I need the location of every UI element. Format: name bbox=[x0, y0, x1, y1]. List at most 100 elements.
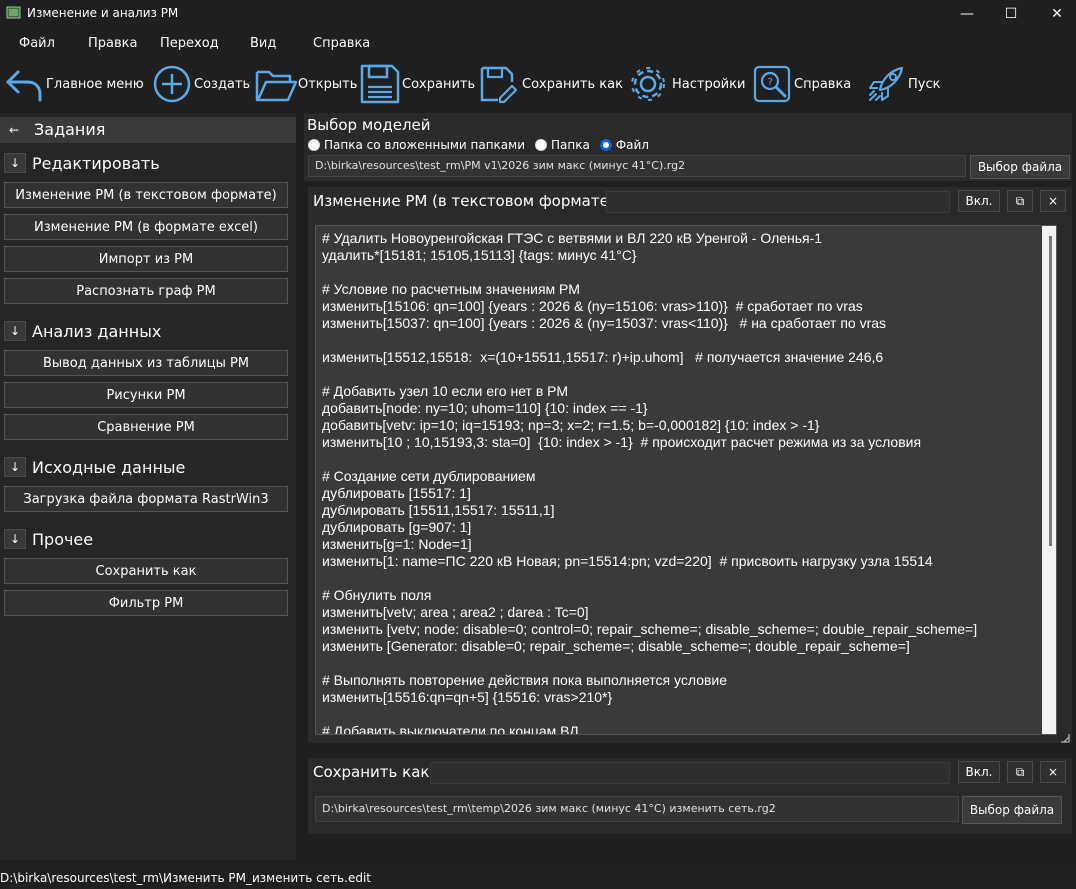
run-label: Пуск bbox=[908, 76, 941, 92]
radio-folder[interactable] bbox=[535, 139, 547, 151]
settings-button[interactable]: Настройки bbox=[628, 58, 745, 110]
status-path: D:\birka\resources\test_rm\Изменить РМ_и… bbox=[0, 871, 371, 885]
expand-other-button[interactable]: ↓ bbox=[4, 529, 26, 549]
save-as-close-button[interactable]: × bbox=[1040, 761, 1066, 783]
task-table-output-button[interactable]: Вывод данных из таблицы РМ bbox=[4, 350, 288, 376]
text-edit-close-button[interactable]: × bbox=[1040, 190, 1066, 212]
menu-help[interactable]: Справка bbox=[313, 36, 370, 51]
task-pictures-button[interactable]: Рисунки РМ bbox=[4, 382, 288, 408]
radio-nested-folders[interactable] bbox=[308, 139, 320, 151]
plus-circle-icon bbox=[153, 65, 191, 103]
model-select-panel: Выбор моделей Папка со вложенными папкам… bbox=[304, 113, 1072, 181]
section-source-title: Исходные данные bbox=[32, 458, 186, 477]
close-window-button[interactable]: ✕ bbox=[1034, 0, 1076, 28]
help-label: Справка bbox=[794, 76, 852, 92]
window-title: Изменение и анализ РМ bbox=[27, 6, 179, 20]
text-edit-toggle-button[interactable]: Вкл. bbox=[958, 190, 1000, 212]
text-editor[interactable]: # Удалить Новоуренгойская ГТЭС с ветвями… bbox=[315, 225, 1057, 735]
editor-line: изменить[g=1: Node=1] bbox=[322, 536, 472, 552]
task-import-button[interactable]: Импорт из РМ bbox=[4, 246, 288, 272]
editor-line: изменить [vetv; node: disable=0; control… bbox=[322, 621, 978, 637]
sidebar-header: ← Задания bbox=[0, 117, 296, 143]
model-path-field[interactable]: D:\birka\resources\test_rm\РМ v1\2026 зи… bbox=[308, 155, 966, 177]
open-button[interactable]: Открыть bbox=[254, 58, 357, 110]
task-edit-excel-button[interactable]: Изменение РМ (в формате excel) bbox=[4, 214, 288, 240]
task-recognize-graph-button[interactable]: Распознать граф РМ bbox=[4, 278, 288, 304]
task-load-rastrwin-button[interactable]: Загрузка файла формата RastrWin3 bbox=[4, 486, 288, 512]
help-button[interactable]: ? Справка bbox=[752, 58, 851, 110]
model-browse-button[interactable]: Выбор файла bbox=[970, 155, 1070, 179]
editor-line: # Добавить выключатели по концам ВЛ bbox=[322, 723, 579, 735]
expand-analysis-button[interactable]: ↓ bbox=[4, 321, 26, 341]
text-edit-header-field bbox=[606, 191, 950, 213]
save-browse-button[interactable]: Выбор файла bbox=[962, 796, 1062, 824]
editor-line: дублировать [15517: 1] bbox=[322, 485, 471, 501]
radio-nested-folders-label: Папка со вложенными папками bbox=[324, 138, 525, 152]
editor-line: изменить [Generator: disable=0; repair_s… bbox=[322, 638, 910, 654]
gear-icon bbox=[631, 67, 665, 101]
editor-line: # Добавить узел 10 если его нет в РМ bbox=[322, 383, 568, 399]
task-save-as-button[interactable]: Сохранить как bbox=[4, 558, 288, 584]
save-path-field[interactable]: D:\birka\resources\test_rm\temp\2026 зим… bbox=[315, 796, 959, 822]
menu-navigate[interactable]: Переход bbox=[160, 36, 219, 51]
menu-edit[interactable]: Правка bbox=[88, 36, 137, 51]
menu-bar: Файл Правка Переход Вид Справка bbox=[0, 33, 1076, 55]
rocket-icon bbox=[869, 66, 904, 101]
sidebar-title: Задания bbox=[34, 120, 106, 139]
sidebar-back-button[interactable]: ← bbox=[3, 120, 25, 140]
editor-scrollbar[interactable] bbox=[1042, 226, 1056, 734]
save-as-button[interactable]: Сохранить как bbox=[478, 58, 623, 110]
editor-line: изменить[15516:qn=qn+5] {15516: vras>210… bbox=[322, 689, 613, 705]
editor-line: # Создание сети дублированием bbox=[322, 468, 536, 484]
floppy-disk-icon bbox=[360, 64, 400, 104]
task-compare-button[interactable]: Сравнение РМ bbox=[4, 414, 288, 440]
menu-file[interactable]: Файл bbox=[19, 36, 55, 51]
save-button[interactable]: Сохранить bbox=[358, 58, 475, 110]
radio-file-label: Файл bbox=[615, 138, 649, 152]
sidebar: ← Задания ↓ Редактировать Изменение РМ (… bbox=[0, 113, 296, 860]
save-as-copy-button[interactable]: ⧉ bbox=[1007, 761, 1033, 783]
run-button[interactable]: Пуск bbox=[866, 58, 940, 110]
folder-open-icon bbox=[255, 70, 298, 102]
save-as-label: Сохранить как bbox=[522, 76, 623, 92]
maximize-button[interactable]: ☐ bbox=[988, 0, 1034, 28]
radio-folder-label: Папка bbox=[551, 138, 590, 152]
toolbar: Главное меню Создать Открыть Сохранить С… bbox=[0, 58, 1076, 110]
task-filter-button[interactable]: Фильтр РМ bbox=[4, 590, 288, 616]
editor-line: удалить*[15181; 15105,15113] {tags: мину… bbox=[322, 247, 637, 263]
expand-edit-button[interactable]: ↓ bbox=[4, 153, 26, 173]
editor-line: изменить[vetv; area ; area2 ; darea : Tc… bbox=[322, 604, 589, 620]
save-as-icon bbox=[480, 66, 518, 104]
create-button[interactable]: Создать bbox=[152, 58, 250, 110]
minimize-button[interactable]: — bbox=[944, 0, 990, 28]
editor-line: # Условие по расчетным значениям РМ bbox=[322, 281, 580, 297]
text-edit-copy-button[interactable]: ⧉ bbox=[1007, 190, 1033, 212]
task-edit-text-button[interactable]: Изменение РМ (в текстовом формате) bbox=[4, 182, 288, 208]
save-as-panel: Сохранить как Вкл. ⧉ × D:\birka\resource… bbox=[308, 758, 1072, 834]
main-menu-button[interactable]: Главное меню bbox=[4, 58, 144, 110]
create-label: Создать bbox=[194, 76, 251, 92]
editor-line: изменить[15106: qn=100] {years : 2026 & … bbox=[322, 298, 863, 314]
status-bar: D:\birka\resources\test_rm\Изменить РМ_и… bbox=[0, 868, 1076, 889]
save-as-header-field bbox=[430, 762, 950, 784]
menu-view[interactable]: Вид bbox=[250, 36, 276, 51]
resize-grip-icon[interactable] bbox=[1060, 733, 1070, 743]
scrollbar-thumb[interactable] bbox=[1049, 236, 1052, 546]
editor-line: дублировать [g=907: 1] bbox=[322, 519, 472, 535]
main-area: Выбор моделей Папка со вложенными папкам… bbox=[304, 113, 1076, 860]
open-label: Открыть bbox=[298, 76, 358, 92]
save-as-toggle-button[interactable]: Вкл. bbox=[958, 761, 1000, 783]
expand-source-button[interactable]: ↓ bbox=[4, 457, 26, 477]
model-source-options: Папка со вложенными папками Папка Файл bbox=[308, 137, 649, 153]
svg-text:?: ? bbox=[768, 77, 773, 88]
save-as-title: Сохранить как bbox=[313, 763, 430, 781]
text-edit-title: Изменение РМ (в текстовом формате) bbox=[313, 192, 615, 210]
radio-file[interactable] bbox=[599, 139, 612, 151]
editor-line: добавить[vetv: ip=10; iq=15193; np=3; x=… bbox=[322, 417, 820, 433]
editor-line: # Удалить Новоуренгойская ГТЭС с ветвями… bbox=[322, 230, 823, 246]
save-label: Сохранить bbox=[402, 76, 476, 92]
